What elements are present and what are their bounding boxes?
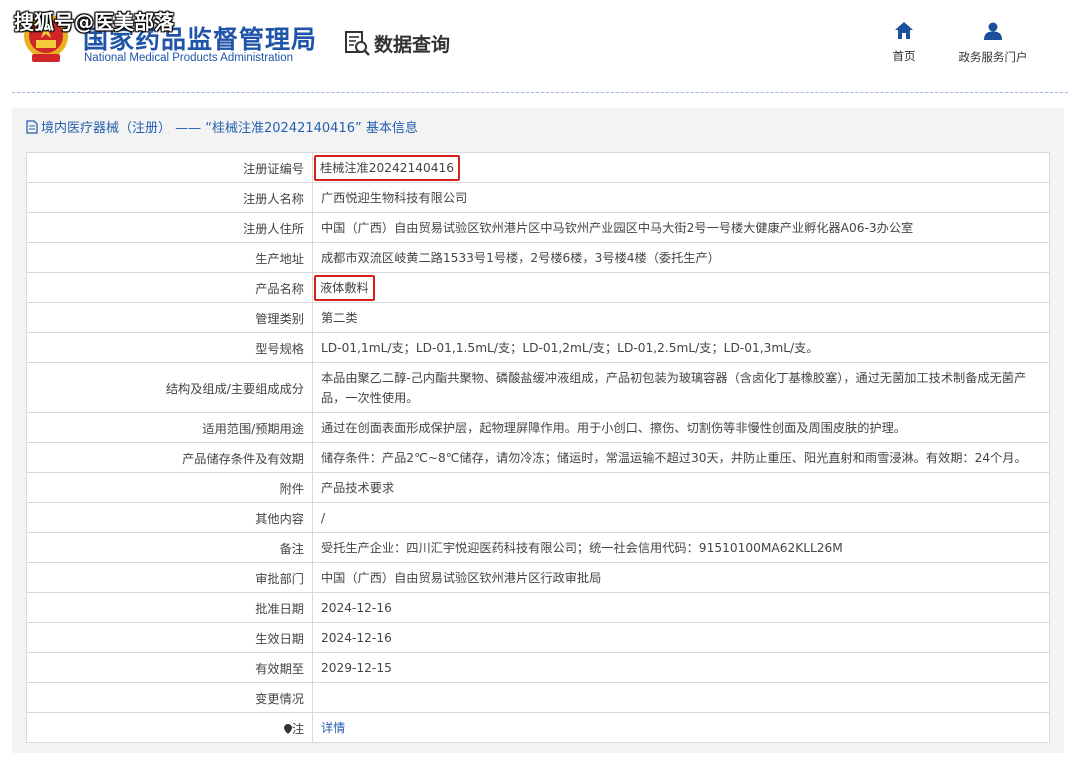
- table-row: 生产地址 成都市双流区岐黄二路1533号1号楼，2号楼6楼，3号楼4楼（委托生产…: [26, 242, 1050, 273]
- row-value: 本品由聚乙二醇-己内酯共聚物、磷酸盐缓冲液组成，产品初包装为玻璃容器（含卤化丁基…: [312, 362, 1050, 413]
- table-row: 附件 产品技术要求: [26, 472, 1050, 503]
- table-row: 批准日期 2024-12-16: [26, 592, 1050, 623]
- row-value: 广西悦迎生物科技有限公司: [312, 182, 1050, 213]
- table-row: 注 详情: [26, 712, 1050, 743]
- row-value: 受托生产企业：四川汇宇悦迎医药科技有限公司；统一社会信用代码：91510100M…: [312, 532, 1050, 563]
- user-icon: [984, 22, 1002, 40]
- row-value: 中国（广西）自由贸易试验区钦州港片区中马钦州产业园区中马大街2号一号楼大健康产业…: [312, 212, 1050, 243]
- product-name-value: 液体敷料: [314, 274, 375, 301]
- row-label: 生产地址: [26, 242, 313, 273]
- row-value: 2024-12-16: [312, 592, 1050, 623]
- row-label: 注册人住所: [26, 212, 313, 243]
- row-value: 中国（广西）自由贸易试验区钦州港片区行政审批局: [312, 562, 1050, 593]
- row-value: 成都市双流区岐黄二路1533号1号楼，2号楼6楼，3号楼4楼（委托生产）: [312, 242, 1050, 273]
- table-row: 注册证编号 桂械注准20242140416: [26, 152, 1050, 183]
- nav-home[interactable]: 首页: [884, 22, 924, 64]
- row-label: 其他内容: [26, 502, 313, 533]
- row-label: 备注: [26, 532, 313, 563]
- data-query-link[interactable]: 数据查询: [374, 30, 450, 57]
- table-row: 管理类别 第二类: [26, 302, 1050, 333]
- breadcrumb: 境内医疗器械（注册） —— “桂械注准20242140416” 基本信息: [26, 117, 418, 136]
- row-label: 产品储存条件及有效期: [26, 442, 313, 473]
- table-row: 生效日期 2024-12-16: [26, 622, 1050, 653]
- row-value: 储存条件：产品2℃~8℃储存，请勿冷冻；储运时，常温运输不超过30天，并防止重压…: [312, 442, 1050, 473]
- detail-panel: 境内医疗器械（注册） —— “桂械注准20242140416” 基本信息 注册证…: [12, 108, 1064, 753]
- row-label: 注: [291, 721, 304, 736]
- table-row: 产品储存条件及有效期 储存条件：产品2℃~8℃储存，请勿冷冻；储运时，常温运输不…: [26, 442, 1050, 473]
- registration-number-value: 桂械注准20242140416: [314, 154, 461, 181]
- header-divider: [12, 92, 1068, 93]
- table-row: 产品名称 液体敷料: [26, 272, 1050, 303]
- row-label: 适用范围/预期用途: [26, 412, 313, 443]
- nav-home-label: 首页: [892, 49, 916, 63]
- table-row: 注册人住所 中国（广西）自由贸易试验区钦州港片区中马钦州产业园区中马大街2号一号…: [26, 212, 1050, 243]
- table-row: 注册人名称 广西悦迎生物科技有限公司: [26, 182, 1050, 213]
- table-row: 适用范围/预期用途 通过在创面表面形成保护层，起物理屏障作用。用于小创口、擦伤、…: [26, 412, 1050, 443]
- row-label: 产品名称: [26, 272, 313, 303]
- table-row: 有效期至 2029-12-15: [26, 652, 1050, 683]
- row-label: 管理类别: [26, 302, 313, 333]
- row-label: 注册人名称: [26, 182, 313, 213]
- org-name-en: National Medical Products Administration: [84, 52, 294, 64]
- row-value: 2029-12-15: [312, 652, 1050, 683]
- breadcrumb-text: 境内医疗器械（注册） —— “桂械注准20242140416” 基本信息: [41, 121, 418, 136]
- row-label: 型号规格: [26, 332, 313, 363]
- table-row: 变更情况: [26, 682, 1050, 713]
- row-label: 生效日期: [26, 622, 313, 653]
- row-value: 通过在创面表面形成保护层，起物理屏障作用。用于小创口、擦伤、切割伤等非慢性创面及…: [312, 412, 1050, 443]
- nav-gov-portal[interactable]: 政务服务门户: [950, 22, 1036, 65]
- row-value: /: [312, 502, 1050, 533]
- row-value: 2024-12-16: [312, 622, 1050, 653]
- location-pin-icon: [283, 723, 292, 734]
- row-label: 有效期至: [26, 652, 313, 683]
- table-row: 其他内容 /: [26, 502, 1050, 533]
- home-icon: [895, 22, 913, 39]
- row-label: 结构及组成/主要组成成分: [26, 362, 313, 413]
- row-value: [312, 682, 1050, 713]
- site-header: 国家药品监督管理局 National Medical Products Admi…: [0, 0, 1080, 93]
- row-label: 审批部门: [26, 562, 313, 593]
- table-row: 审批部门 中国（广西）自由贸易试验区钦州港片区行政审批局: [26, 562, 1050, 593]
- row-label: 变更情况: [26, 682, 313, 713]
- row-value: LD-01,1mL/支；LD-01,1.5mL/支；LD-01,2mL/支；LD…: [312, 332, 1050, 363]
- row-value: 产品技术要求: [312, 472, 1050, 503]
- details-link[interactable]: 详情: [321, 721, 345, 735]
- row-label: 注册证编号: [26, 152, 313, 183]
- row-value: 第二类: [312, 302, 1050, 333]
- row-label: 批准日期: [26, 592, 313, 623]
- record-table: 注册证编号 桂械注准20242140416 注册人名称 广西悦迎生物科技有限公司…: [26, 152, 1050, 743]
- table-row: 备注 受托生产企业：四川汇宇悦迎医药科技有限公司；统一社会信用代码：915101…: [26, 532, 1050, 563]
- document-icon: [26, 119, 38, 134]
- nav-gov-portal-label: 政务服务门户: [958, 50, 1028, 64]
- row-label: 附件: [26, 472, 313, 503]
- table-row: 结构及组成/主要组成成分 本品由聚乙二醇-己内酯共聚物、磷酸盐缓冲液组成，产品初…: [26, 362, 1050, 413]
- table-row: 型号规格 LD-01,1mL/支；LD-01,1.5mL/支；LD-01,2mL…: [26, 332, 1050, 363]
- watermark: 搜狐号@医美部落: [14, 10, 174, 34]
- data-query-icon[interactable]: [344, 30, 370, 56]
